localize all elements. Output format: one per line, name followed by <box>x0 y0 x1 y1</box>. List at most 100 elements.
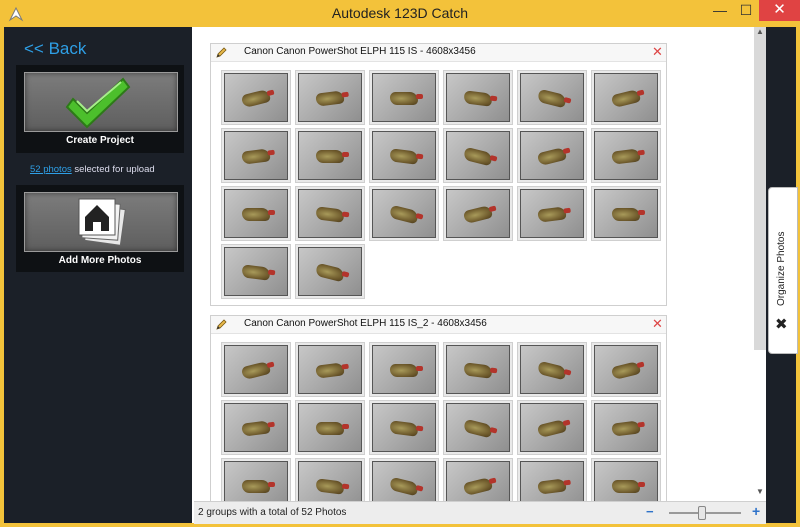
photo-thumbnail[interactable] <box>443 458 513 501</box>
photo-image <box>446 403 510 452</box>
app-window: Autodesk 123D Catch — ☐ ✕ << Back Create… <box>0 0 800 527</box>
zoom-in-button[interactable]: + <box>752 504 760 518</box>
photo-groups-area[interactable]: Canon Canon PowerShot ELPH 115 IS - 4608… <box>194 27 752 501</box>
photo-thumbnail[interactable] <box>369 186 439 241</box>
photo-subject <box>316 150 349 163</box>
photo-subject <box>315 90 345 107</box>
back-link[interactable]: << Back <box>24 39 86 59</box>
photo-thumbnail[interactable] <box>517 400 587 455</box>
photo-subject <box>611 420 641 437</box>
photo-thumbnail[interactable] <box>295 400 365 455</box>
create-project-button[interactable]: Create Project <box>16 65 184 153</box>
photo-subject <box>241 420 271 437</box>
scroll-down-arrow-icon[interactable]: ▼ <box>754 487 766 499</box>
photo-subject <box>612 480 645 493</box>
photo-image <box>594 189 658 238</box>
photo-image <box>224 189 288 238</box>
photo-thumbnail[interactable] <box>295 128 365 183</box>
photo-thumbnail[interactable] <box>517 128 587 183</box>
zoom-out-button[interactable]: − <box>646 505 654 519</box>
photo-image <box>224 247 288 296</box>
photo-thumbnail[interactable] <box>591 186 661 241</box>
photo-thumbnail[interactable] <box>443 70 513 125</box>
photo-count-link[interactable]: 52 photos <box>30 164 72 175</box>
photo-thumbnail[interactable] <box>295 186 365 241</box>
left-panel: << Back Create Project 52 photos selecte… <box>4 27 192 523</box>
zoom-slider-handle[interactable] <box>698 506 706 520</box>
photo-thumbnail[interactable] <box>221 342 291 397</box>
photo-thumbnail[interactable] <box>517 70 587 125</box>
add-more-photos-label: Add More Photos <box>58 255 142 266</box>
photo-thumbnail[interactable] <box>221 70 291 125</box>
photo-image <box>298 131 362 180</box>
photo-image <box>594 131 658 180</box>
photo-thumbnail[interactable] <box>295 342 365 397</box>
photo-thumbnail[interactable] <box>295 244 365 299</box>
photo-image <box>224 73 288 122</box>
photo-image <box>372 403 436 452</box>
photo-subject <box>241 148 271 165</box>
photo-thumbnail[interactable] <box>591 342 661 397</box>
title-bar: Autodesk 123D Catch — ☐ ✕ <box>0 0 800 27</box>
photo-image <box>298 189 362 238</box>
photo-subject <box>463 90 493 107</box>
photo-image <box>372 131 436 180</box>
photo-image <box>520 461 584 501</box>
minimize-button[interactable]: — <box>707 0 733 21</box>
photo-thumbnail[interactable] <box>369 128 439 183</box>
photo-thumbnail[interactable] <box>221 458 291 501</box>
photo-subject <box>463 362 493 379</box>
photo-thumbnail[interactable] <box>517 186 587 241</box>
photo-thumbnail[interactable] <box>369 70 439 125</box>
status-bar: 2 groups with a total of 52 Photos − + <box>194 501 766 524</box>
organize-photos-tab[interactable]: Organize Photos ✖ <box>768 187 798 354</box>
photo-thumbnail[interactable] <box>295 70 365 125</box>
photo-subject <box>536 88 568 109</box>
photo-thumbnail[interactable] <box>517 342 587 397</box>
photo-thumbnail[interactable] <box>443 128 513 183</box>
photo-subject <box>242 208 275 221</box>
photo-thumbnail[interactable] <box>443 186 513 241</box>
photo-thumbnail[interactable] <box>591 70 661 125</box>
photo-subject <box>611 148 641 165</box>
close-button[interactable]: ✕ <box>759 0 800 21</box>
photo-thumbnail[interactable] <box>221 244 291 299</box>
photo-subject <box>537 478 567 495</box>
photo-thumbnail[interactable] <box>443 342 513 397</box>
photo-image <box>446 189 510 238</box>
photo-group: Canon Canon PowerShot ELPH 115 IS_2 - 46… <box>210 315 667 501</box>
photo-image <box>520 345 584 394</box>
photo-subject <box>242 480 275 493</box>
organize-photos-label: Organize Photos <box>776 231 787 307</box>
photo-thumbnail[interactable] <box>369 400 439 455</box>
photo-thumbnail[interactable] <box>221 128 291 183</box>
photo-subject <box>537 206 567 223</box>
photo-image <box>520 131 584 180</box>
add-more-photos-button[interactable]: Add More Photos <box>16 185 184 272</box>
vertical-scrollbar[interactable] <box>754 27 766 350</box>
photo-subject <box>390 92 423 105</box>
photo-thumbnail[interactable] <box>443 400 513 455</box>
photo-thumbnail[interactable] <box>369 458 439 501</box>
close-x-icon[interactable]: ✖ <box>775 315 788 333</box>
pencil-icon[interactable] <box>215 319 227 331</box>
photo-thumbnail[interactable] <box>591 128 661 183</box>
photo-thumbnail[interactable] <box>591 400 661 455</box>
group-header: Canon Canon PowerShot ELPH 115 IS_2 - 46… <box>211 316 666 334</box>
photo-thumbnail[interactable] <box>369 342 439 397</box>
red-x-icon[interactable]: ✕ <box>652 317 663 331</box>
scroll-up-arrow-icon[interactable]: ▲ <box>754 27 766 37</box>
pencil-icon[interactable] <box>215 47 227 59</box>
photo-thumbnail[interactable] <box>591 458 661 501</box>
red-x-icon[interactable]: ✕ <box>652 45 663 59</box>
photo-image <box>224 461 288 501</box>
photo-image <box>224 403 288 452</box>
photos-home-icon <box>78 198 126 246</box>
maximize-button[interactable]: ☐ <box>733 0 759 21</box>
photo-subject <box>240 360 272 381</box>
photo-thumbnail[interactable] <box>517 458 587 501</box>
photo-thumbnail[interactable] <box>221 186 291 241</box>
photo-thumbnail[interactable] <box>221 400 291 455</box>
photo-thumbnail[interactable] <box>295 458 365 501</box>
group-title: Canon Canon PowerShot ELPH 115 IS_2 - 46… <box>244 318 487 329</box>
